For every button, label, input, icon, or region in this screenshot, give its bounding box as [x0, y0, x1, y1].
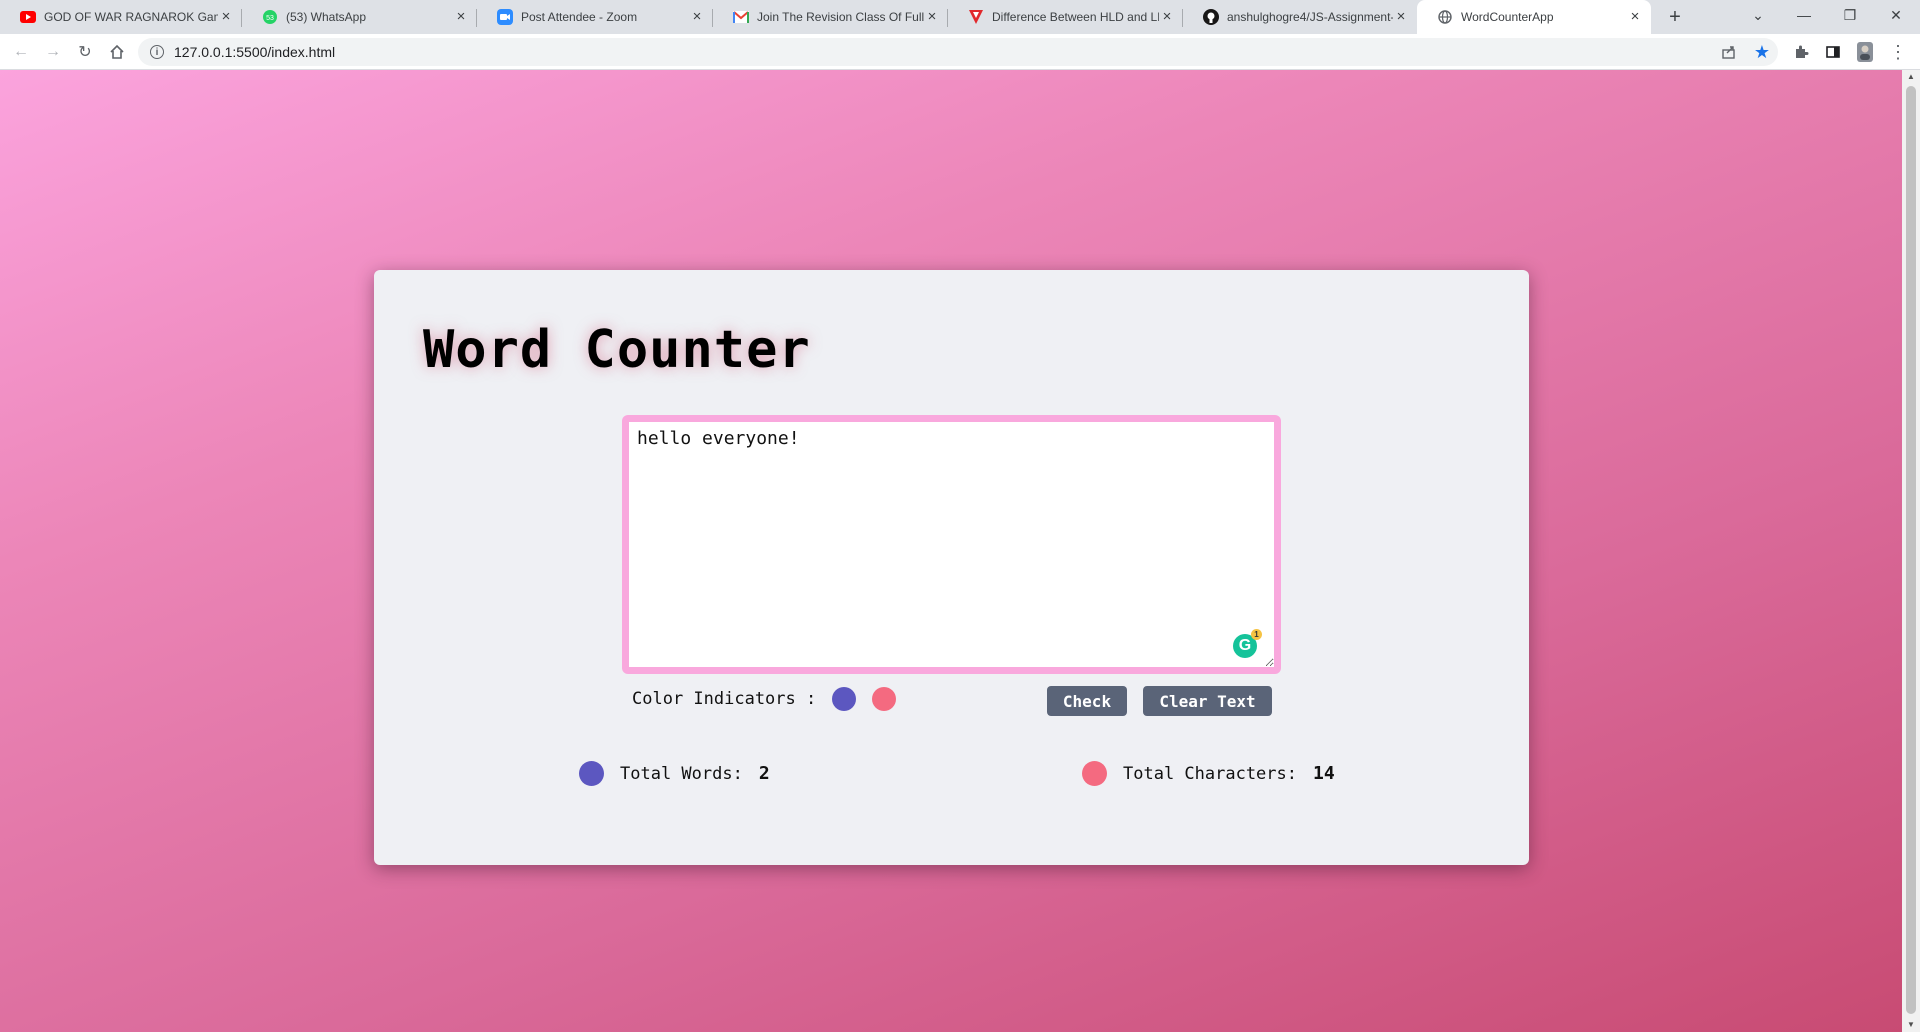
tab-search-icon[interactable]: ⌄ — [1735, 0, 1781, 30]
tab-whatsapp[interactable]: 53 (53) WhatsApp × — [242, 0, 477, 34]
gmail-icon — [733, 9, 749, 25]
page-scrollbar[interactable]: ▲ ▼ — [1902, 70, 1920, 1032]
tab-gmail[interactable]: Join The Revision Class Of Full St × — [713, 0, 948, 34]
chars-color-dot — [872, 687, 897, 711]
close-tab-icon[interactable]: × — [1393, 9, 1409, 25]
check-button[interactable]: Check — [1047, 686, 1127, 716]
restore-icon[interactable]: ❐ — [1827, 0, 1873, 30]
globe-icon — [1437, 9, 1453, 25]
tab-title: anshulghogre4/JS-Assignment- — [1227, 10, 1393, 24]
tab-title: Difference Between HLD and LLD — [992, 10, 1159, 24]
new-tab-button[interactable]: + — [1663, 5, 1687, 29]
share-icon[interactable] — [1717, 40, 1741, 64]
total-characters-value: 14 — [1313, 763, 1335, 784]
tab-title: Post Attendee - Zoom — [521, 10, 638, 24]
clear-text-button[interactable]: Clear Text — [1143, 686, 1272, 716]
words-indicator-dot — [579, 761, 604, 786]
total-characters-label: Total Characters: — [1123, 763, 1297, 784]
tab-hld-lld[interactable]: Difference Between HLD and LLD × — [948, 0, 1183, 34]
address-bar[interactable]: i 127.0.0.1:5500/index.html — [138, 38, 1778, 66]
tab-title: GOD OF WAR RAGNAROK Game — [44, 10, 218, 24]
forward-icon[interactable]: → — [41, 40, 65, 64]
words-color-dot — [832, 687, 857, 711]
scrollbar-thumb[interactable] — [1906, 86, 1916, 1014]
tab-wordcounter[interactable]: WordCounterApp × — [1417, 0, 1651, 34]
home-icon[interactable] — [105, 40, 129, 64]
youtube-icon — [20, 9, 36, 25]
minimize-icon[interactable]: — — [1781, 0, 1827, 30]
indicators-label: Color Indicators : — [632, 689, 817, 709]
close-tab-icon[interactable]: × — [689, 9, 705, 25]
page-viewport: Word Counter hello everyone! G 1 Color I… — [0, 70, 1902, 1032]
bookmark-star-icon[interactable]: ★ — [1750, 40, 1774, 64]
tab-title: Join The Revision Class Of Full St — [757, 10, 924, 24]
tab-title: WordCounterApp — [1461, 10, 1554, 24]
grammarly-badge: 1 — [1251, 629, 1262, 640]
browser-toolbar: ← → ↻ i 127.0.0.1:5500/index.html ★ ⋮ — [0, 34, 1920, 70]
zoom-icon — [497, 9, 513, 25]
close-tab-icon[interactable]: × — [924, 9, 940, 25]
close-tab-icon[interactable]: × — [1159, 9, 1175, 25]
close-tab-icon[interactable]: × — [453, 9, 469, 25]
reload-icon[interactable]: ↻ — [73, 40, 97, 64]
page-title: Word Counter — [423, 320, 811, 380]
tab-strip: GOD OF WAR RAGNAROK Game × 53 (53) Whats… — [0, 0, 1920, 34]
close-tab-icon[interactable]: × — [218, 9, 234, 25]
textarea-frame: hello everyone! G 1 — [622, 415, 1281, 674]
site-icon — [968, 9, 984, 25]
site-info-icon[interactable]: i — [150, 45, 164, 59]
tab-youtube[interactable]: GOD OF WAR RAGNAROK Game × — [0, 0, 242, 34]
word-counter-card: Word Counter hello everyone! G 1 Color I… — [374, 270, 1529, 865]
text-input[interactable]: hello everyone! — [629, 422, 1274, 667]
total-words-label: Total Words: — [620, 763, 743, 784]
svg-text:53: 53 — [266, 15, 274, 22]
scroll-down-arrow[interactable]: ▼ — [1902, 1018, 1920, 1032]
tab-zoom[interactable]: Post Attendee - Zoom × — [477, 0, 713, 34]
url-text: 127.0.0.1:5500/index.html — [174, 44, 336, 60]
total-words-stat: Total Words: 2 — [579, 761, 770, 786]
tab-title: (53) WhatsApp — [286, 10, 367, 24]
total-characters-stat: Total Characters: 14 — [1082, 761, 1335, 786]
close-window-icon[interactable]: ✕ — [1873, 0, 1919, 30]
back-icon[interactable]: ← — [9, 40, 33, 64]
scroll-up-arrow[interactable]: ▲ — [1902, 70, 1920, 84]
whatsapp-icon: 53 — [262, 9, 278, 25]
color-indicators: Color Indicators : — [632, 687, 897, 711]
menu-kebab-icon[interactable]: ⋮ — [1886, 40, 1910, 64]
chars-indicator-dot — [1082, 761, 1107, 786]
grammarly-icon[interactable]: G 1 — [1233, 629, 1262, 658]
tab-github[interactable]: anshulghogre4/JS-Assignment- × — [1183, 0, 1417, 34]
extensions-icon[interactable] — [1789, 40, 1813, 64]
close-tab-icon[interactable]: × — [1627, 9, 1643, 25]
side-panel-icon[interactable] — [1821, 40, 1845, 64]
github-icon — [1203, 9, 1219, 25]
profile-avatar[interactable] — [1853, 40, 1877, 64]
total-words-value: 2 — [758, 763, 770, 784]
